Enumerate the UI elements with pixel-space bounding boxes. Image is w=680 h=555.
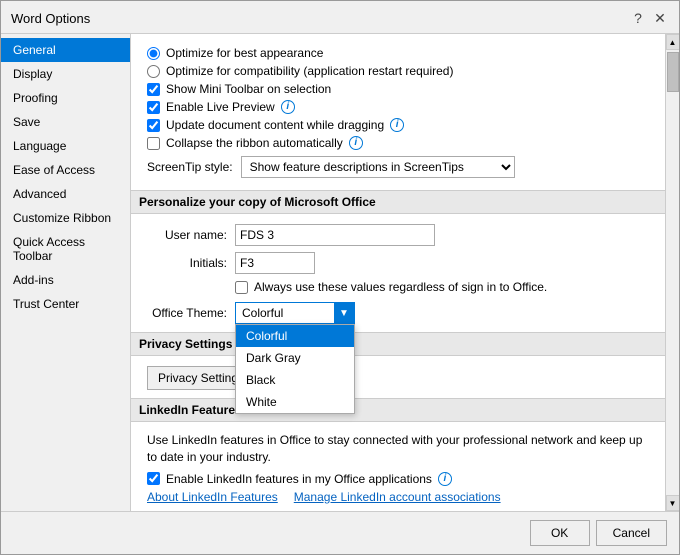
linkedin-about-link[interactable]: About LinkedIn Features	[147, 490, 278, 504]
linkedin-section: Use LinkedIn features in Office to stay …	[147, 432, 649, 504]
collapse-ribbon-info-icon: i	[349, 136, 363, 150]
theme-row: Office Theme: Colorful ▼ Colorful Dark G…	[147, 302, 649, 324]
theme-dropdown-container: Colorful ▼ Colorful Dark Gray Black Whit…	[235, 302, 355, 324]
collapse-ribbon-row: Collapse the ribbon automatically i	[147, 136, 649, 150]
dialog-title: Word Options	[11, 11, 90, 26]
show-mini-toolbar-label: Show Mini Toolbar on selection	[166, 82, 331, 96]
username-input[interactable]	[235, 224, 435, 246]
radio-appearance-input[interactable]	[147, 47, 160, 60]
ok-button[interactable]: OK	[530, 520, 590, 546]
theme-label: Office Theme:	[147, 306, 227, 320]
screentip-label: ScreenTip style:	[147, 160, 233, 174]
close-button[interactable]: ✕	[651, 9, 669, 27]
sidebar-item-language[interactable]: Language	[1, 134, 130, 158]
sidebar-item-advanced[interactable]: Advanced	[1, 182, 130, 206]
initials-row: Initials:	[147, 252, 649, 274]
linkedin-checkbox[interactable]	[147, 472, 160, 485]
privacy-section: Privacy Settings...	[147, 366, 649, 390]
sidebar-item-quick-access[interactable]: Quick Access Toolbar	[1, 230, 130, 268]
update-content-label: Update document content while dragging	[166, 118, 384, 132]
cancel-button[interactable]: Cancel	[596, 520, 667, 546]
username-label: User name:	[147, 228, 227, 242]
sidebar-item-general[interactable]: General	[1, 38, 130, 62]
always-use-row: Always use these values regardless of si…	[235, 280, 649, 294]
sidebar-item-customize-ribbon[interactable]: Customize Ribbon	[1, 206, 130, 230]
sidebar-item-display[interactable]: Display	[1, 62, 130, 86]
scrollbar-down-button[interactable]: ▼	[666, 495, 680, 511]
scrollbar-thumb[interactable]	[667, 52, 679, 92]
scrollbar-up-button[interactable]: ▲	[666, 34, 680, 50]
main-content: Optimize for best appearance Optimize fo…	[131, 34, 665, 511]
radio-compatibility-input[interactable]	[147, 65, 160, 78]
sidebar-item-ease-of-access[interactable]: Ease of Access	[1, 158, 130, 182]
radio-appearance: Optimize for best appearance	[147, 46, 649, 60]
sidebar-item-proofing[interactable]: Proofing	[1, 86, 130, 110]
title-bar: Word Options ? ✕	[1, 1, 679, 34]
linkedin-description: Use LinkedIn features in Office to stay …	[147, 432, 649, 466]
show-mini-toolbar-checkbox[interactable]	[147, 83, 160, 96]
always-use-checkbox[interactable]	[235, 281, 248, 294]
theme-option-white[interactable]: White	[236, 391, 354, 413]
initials-label: Initials:	[147, 256, 227, 270]
linkedin-checkbox-label: Enable LinkedIn features in my Office ap…	[166, 472, 432, 486]
sidebar-item-add-ins[interactable]: Add-ins	[1, 268, 130, 292]
dialog-body: General Display Proofing Save Language E…	[1, 34, 679, 511]
sidebar: General Display Proofing Save Language E…	[1, 34, 131, 511]
update-content-info-icon: i	[390, 118, 404, 132]
sidebar-item-trust-center[interactable]: Trust Center	[1, 292, 130, 316]
scrollbar: ▲ ▼	[665, 34, 679, 511]
theme-dropdown-list: Colorful Dark Gray Black White	[235, 324, 355, 414]
screentip-select[interactable]: Show feature descriptions in ScreenTips …	[241, 156, 515, 178]
live-preview-checkbox[interactable]	[147, 101, 160, 114]
radio-appearance-label: Optimize for best appearance	[166, 46, 323, 60]
show-mini-toolbar-row: Show Mini Toolbar on selection	[147, 82, 649, 96]
linkedin-links: About LinkedIn Features Manage LinkedIn …	[147, 490, 649, 504]
linkedin-checkbox-row: Enable LinkedIn features in my Office ap…	[147, 472, 649, 486]
help-button[interactable]: ?	[629, 9, 647, 27]
username-row: User name:	[147, 224, 649, 246]
theme-option-black[interactable]: Black	[236, 369, 354, 391]
theme-option-colorful[interactable]: Colorful	[236, 325, 354, 347]
personalize-section-header: Personalize your copy of Microsoft Offic…	[131, 190, 665, 214]
collapse-ribbon-checkbox[interactable]	[147, 137, 160, 150]
collapse-ribbon-label: Collapse the ribbon automatically	[166, 136, 343, 150]
theme-selected-text: Colorful	[236, 306, 334, 320]
dialog-footer: OK Cancel	[1, 511, 679, 554]
theme-dropdown-arrow-icon: ▼	[334, 303, 354, 323]
radio-compatibility: Optimize for compatibility (application …	[147, 64, 649, 78]
linkedin-info-icon: i	[438, 472, 452, 486]
update-content-checkbox[interactable]	[147, 119, 160, 132]
screentip-row: ScreenTip style: Show feature descriptio…	[147, 156, 649, 178]
title-bar-controls: ? ✕	[629, 9, 669, 27]
sidebar-item-save[interactable]: Save	[1, 110, 130, 134]
radio-compatibility-label: Optimize for compatibility (application …	[166, 64, 453, 78]
theme-dropdown-button[interactable]: Colorful ▼	[235, 302, 355, 324]
always-use-label: Always use these values regardless of si…	[254, 280, 547, 294]
privacy-section-header: Privacy Settings	[131, 332, 665, 356]
linkedin-manage-link[interactable]: Manage LinkedIn account associations	[294, 490, 501, 504]
live-preview-label: Enable Live Preview	[166, 100, 275, 114]
update-content-row: Update document content while dragging i	[147, 118, 649, 132]
linkedin-section-header: LinkedIn Features	[131, 398, 665, 422]
word-options-dialog: Word Options ? ✕ General Display Proofin…	[0, 0, 680, 555]
live-preview-info-icon: i	[281, 100, 295, 114]
theme-option-dark-gray[interactable]: Dark Gray	[236, 347, 354, 369]
initials-input[interactable]	[235, 252, 315, 274]
live-preview-row: Enable Live Preview i	[147, 100, 649, 114]
